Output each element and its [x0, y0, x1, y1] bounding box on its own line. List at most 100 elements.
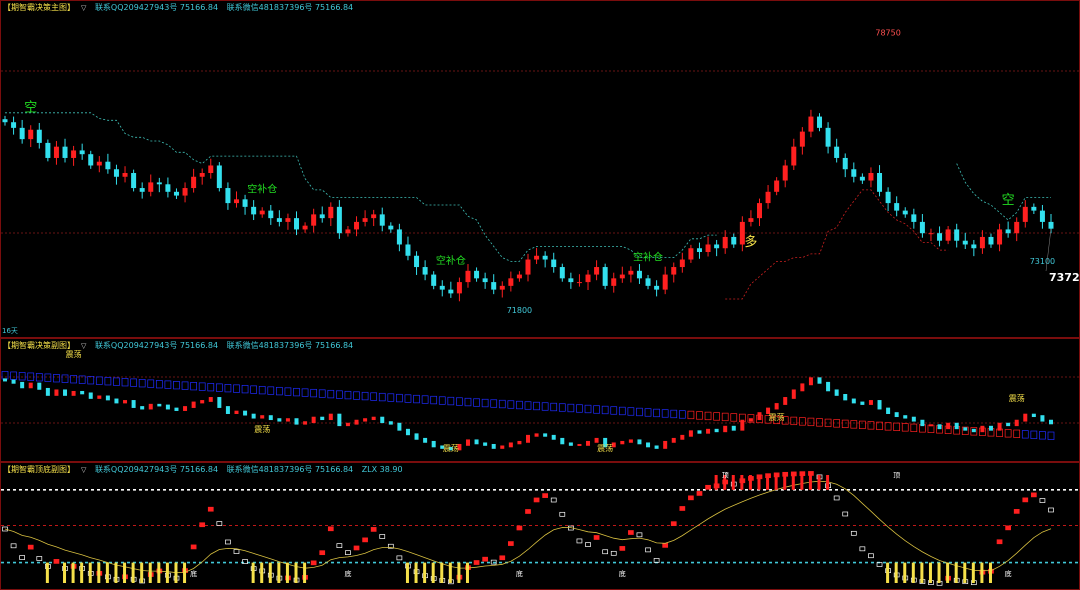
oscillator-block	[533, 497, 540, 503]
sub1-candle	[757, 412, 762, 421]
sub2-chart: 底 底 底 底 底 顶 顶	[1, 471, 1079, 586]
sub1-candle	[646, 442, 651, 448]
sub1-chart-panel[interactable]: 【期智霸决策副图】 ▽ 联系QQ209427943号 75166.84 联系微信4…	[0, 338, 1080, 462]
candle-body	[11, 122, 17, 128]
sub1-candle	[860, 401, 865, 405]
band-segment	[893, 422, 901, 431]
bottom-bar	[937, 562, 941, 583]
oscillator-block	[585, 542, 591, 547]
sub1-candle	[1006, 422, 1011, 427]
band-segment	[87, 376, 95, 385]
candle-body	[268, 210, 274, 219]
top-label: 顶	[722, 471, 729, 479]
sub2-chart-panel[interactable]: 【期智霸顶底副图】 ▽ 联系QQ209427943号 75166.84 联系微信4…	[0, 462, 1080, 590]
candle-body	[105, 161, 111, 170]
band-segment	[816, 418, 823, 427]
sub1-candle	[843, 394, 848, 401]
candle-body	[2, 119, 8, 123]
dropdown-icon[interactable]: ▽	[81, 342, 86, 350]
bottom-bar	[980, 562, 984, 583]
sub1-candle	[714, 428, 719, 433]
sub1-candle	[114, 398, 119, 404]
band-segment	[730, 413, 738, 422]
dropdown-icon[interactable]: ▽	[81, 466, 86, 474]
candle-body	[756, 203, 762, 219]
band-segment	[558, 403, 566, 412]
main-chart-panel[interactable]: 【期智霸决策主图】 ▽ 联系QQ209427943号 75166.84 联系微信4…	[0, 0, 1080, 338]
oscillator-block	[1005, 525, 1011, 531]
bottom-bar	[911, 562, 915, 583]
oscillator-block	[516, 525, 523, 531]
band-segment	[121, 378, 129, 387]
candle-body	[259, 210, 265, 215]
sub1-candle	[208, 397, 213, 402]
sub1-candle	[963, 427, 968, 431]
oscillator-block	[696, 491, 703, 496]
oscillator-block	[602, 549, 609, 555]
candle-body	[28, 129, 34, 140]
oscillator-block	[670, 521, 677, 527]
oscillator-block	[550, 497, 557, 503]
oscillator-block	[508, 541, 514, 546]
candle-body	[422, 267, 428, 275]
band-segment	[301, 388, 309, 397]
oscillator-block	[1022, 497, 1029, 503]
candle-body	[534, 255, 540, 260]
band-segment	[224, 384, 232, 393]
candle-body	[19, 127, 25, 140]
band-segment	[627, 407, 635, 416]
band-segment	[498, 399, 506, 409]
bottom-bar	[920, 562, 924, 583]
oscillator-block	[1013, 509, 1020, 514]
dropdown-icon[interactable]: ▽	[81, 4, 86, 12]
sub1-candle	[277, 418, 282, 422]
candle-body	[654, 285, 660, 290]
stop-line-down	[956, 163, 1051, 221]
bottom-label: 底	[1005, 569, 1012, 578]
candle-body	[131, 173, 137, 189]
top-bar	[740, 475, 744, 490]
sub2-zlx-value: ZLX 38.90	[361, 465, 403, 474]
sub1-candle	[217, 397, 222, 408]
band-segment	[293, 387, 300, 397]
candle-body	[945, 229, 951, 241]
sub1-candle	[474, 439, 479, 445]
oscillator-block	[833, 495, 840, 501]
sub1-candle	[731, 425, 736, 431]
band-segment	[284, 387, 292, 396]
sub1-candle	[817, 377, 822, 384]
oscillator-block	[1031, 492, 1037, 498]
bottom-bar	[294, 562, 298, 583]
band-segment	[1021, 430, 1029, 439]
top-bar	[791, 475, 795, 490]
sub1-candle	[560, 437, 565, 445]
candle-body	[362, 218, 368, 222]
band-segment	[807, 417, 815, 427]
sub1-candle	[431, 440, 436, 448]
bottom-bar	[63, 562, 67, 583]
band-segment	[653, 408, 660, 418]
bottom-bar	[80, 562, 84, 583]
sub1-candle	[663, 440, 668, 449]
candle-body	[671, 267, 677, 275]
candle-body	[345, 229, 351, 234]
sub1-candle	[3, 378, 7, 382]
sub1-candle	[200, 400, 205, 404]
candle-body	[919, 221, 925, 234]
candle-body	[894, 203, 900, 211]
sub1-candle	[886, 407, 891, 414]
candle-body	[499, 285, 505, 290]
bottom-bar	[963, 562, 967, 583]
candle-body	[465, 270, 471, 283]
sub1-contact-wechat: 联系微信481837396号 75166.84	[226, 341, 354, 350]
bottom-bar	[260, 562, 264, 583]
top-bar	[783, 475, 787, 490]
bottom-bar	[448, 562, 452, 583]
top-bar	[774, 475, 778, 490]
sub1-candle	[637, 439, 642, 445]
candle-body	[979, 236, 985, 249]
top-bar	[800, 475, 804, 490]
sub1-candle	[586, 440, 591, 446]
candle-body	[594, 267, 600, 275]
top-bar	[714, 475, 718, 490]
